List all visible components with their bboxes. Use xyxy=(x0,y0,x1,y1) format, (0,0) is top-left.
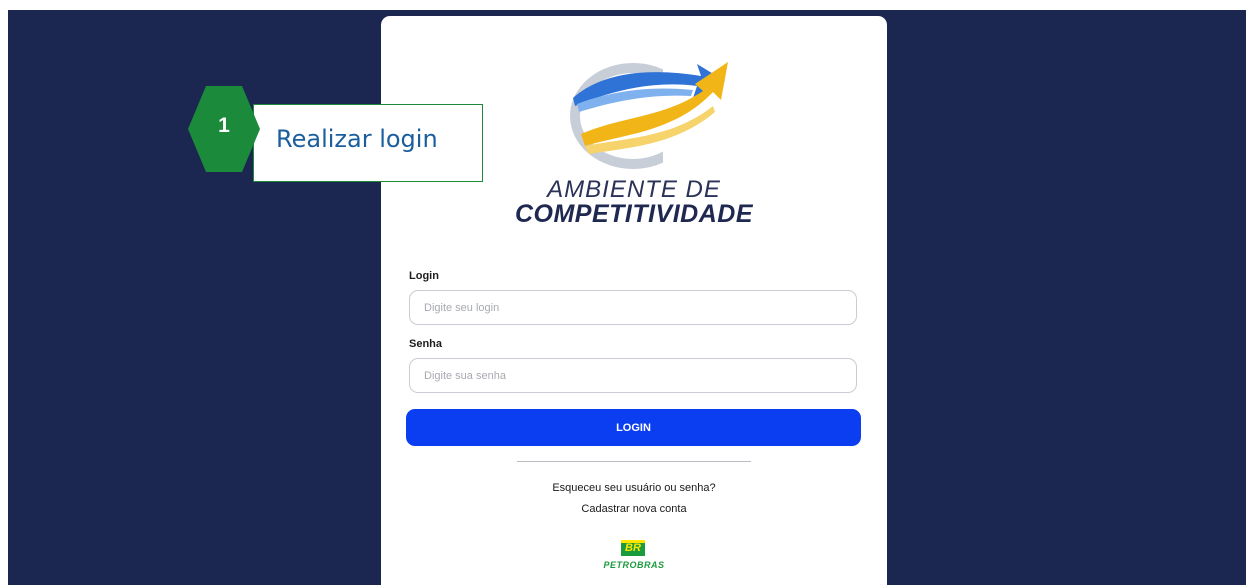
callout-text: Realizar login xyxy=(276,125,438,153)
forgot-credentials-link[interactable]: Esqueceu seu usuário ou senha? xyxy=(381,482,887,494)
petrobras-wordmark: PETROBRAS xyxy=(603,560,665,570)
password-input[interactable] xyxy=(409,358,857,393)
step-number-badge: 1 xyxy=(188,86,260,172)
divider xyxy=(517,461,751,462)
register-account-link[interactable]: Cadastrar nova conta xyxy=(381,503,887,515)
login-input[interactable] xyxy=(409,290,857,325)
page-background: AMBIENTE DE COMPETITIVIDADE Login Senha … xyxy=(8,10,1246,585)
logo-emblem-icon xyxy=(570,62,743,169)
login-label: Login xyxy=(409,270,439,282)
password-label: Senha xyxy=(409,338,443,350)
login-card: AMBIENTE DE COMPETITIVIDADE Login Senha … xyxy=(381,16,887,585)
logo-title-line2: COMPETITIVIDADE xyxy=(514,200,754,228)
step-number: 1 xyxy=(218,114,230,137)
petrobras-logo: BR PETROBRAS xyxy=(599,540,669,585)
login-button[interactable]: LOGIN xyxy=(406,409,861,446)
callout-box: Realizar login xyxy=(253,104,483,182)
